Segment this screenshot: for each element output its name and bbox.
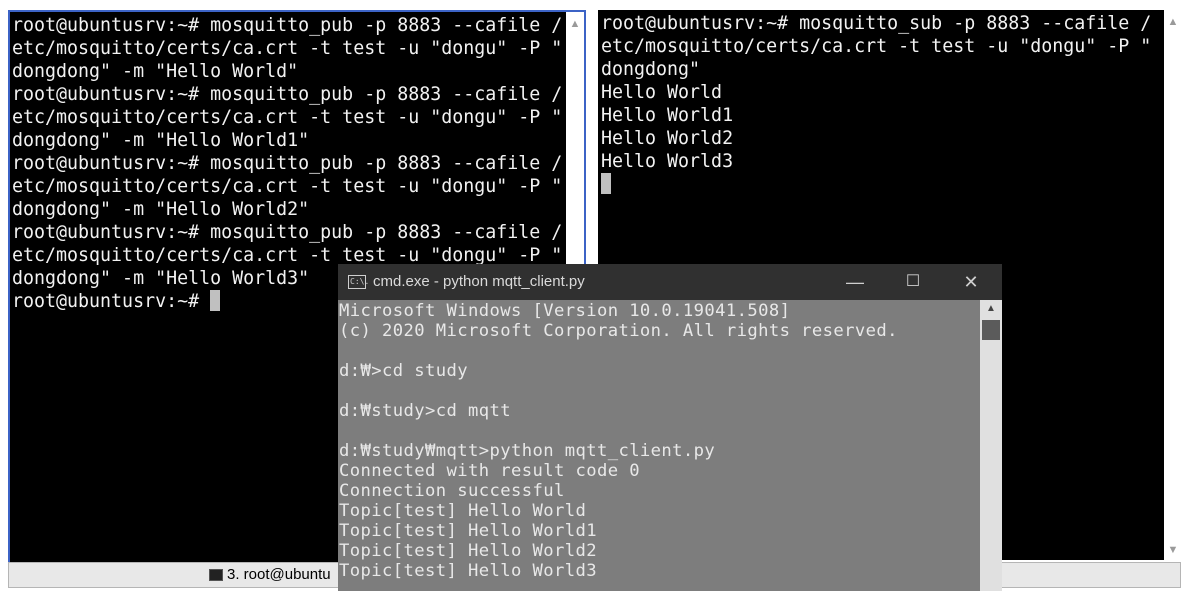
console-line: root@ubuntusrv:~# mosquitto_pub -p 8883 … [12, 222, 563, 243]
console-line: etc/mosquitto/certs/ca.crt -t test -u "d… [601, 36, 1152, 57]
console-line: dongdong" -m "Hello World2" [12, 199, 310, 220]
cmd-window[interactable]: C:\. cmd.exe - python mqtt_client.py — ☐… [338, 264, 1002, 591]
console-line: d:₩study₩mqtt>python mqtt_client.py [339, 441, 716, 461]
console-line: root@ubuntusrv:~# mosquitto_pub -p 8883 … [12, 153, 563, 174]
cmd-window-title: cmd.exe - python mqtt_client.py [373, 273, 585, 290]
console-line: etc/mosquitto/certs/ca.crt -t test -u "d… [12, 107, 563, 128]
scroll-up-arrow-icon[interactable]: ▲ [1164, 14, 1182, 30]
console-line: d:₩study>cd mqtt [339, 401, 511, 421]
console-line: Hello World [601, 82, 723, 103]
console-line: Topic[test] Hello World2 [339, 541, 597, 561]
console-line: (c) 2020 Microsoft Corporation. All righ… [339, 321, 898, 341]
cmd-app-icon: C:\. [348, 275, 369, 289]
console-line: dongdong" -m "Hello World1" [12, 130, 310, 151]
console-line: root@ubuntusrv:~# mosquitto_pub -p 8883 … [12, 15, 563, 36]
console-line: root@ubuntusrv:~# mosquitto_sub -p 8883 … [601, 13, 1152, 34]
minimize-button[interactable]: — [826, 264, 884, 300]
console-line: root@ubuntusrv:~# mosquitto_pub -p 8883 … [12, 84, 563, 105]
right-terminal-scrollbar[interactable]: ▲ ▼ [1164, 10, 1182, 562]
console-line: Topic[test] Hello World1 [339, 521, 597, 541]
console-line: Microsoft Windows [Version 10.0.19041.50… [339, 301, 791, 321]
right-terminal-text: root@ubuntusrv:~# mosquitto_sub -p 8883 … [601, 12, 1151, 173]
cmd-titlebar[interactable]: C:\. cmd.exe - python mqtt_client.py — ☐… [338, 264, 1002, 300]
cmd-console-text: Microsoft Windows [Version 10.0.19041.50… [339, 301, 898, 581]
scroll-up-arrow-icon[interactable]: ▲ [566, 16, 584, 32]
right-terminal-cursor-line [601, 173, 1151, 196]
console-line: Connection successful [339, 481, 565, 501]
console-line: Hello World1 [601, 105, 734, 126]
cmd-scrollbar[interactable]: ▲ [980, 300, 1002, 591]
text-cursor [210, 290, 221, 311]
left-terminal-text: root@ubuntusrv:~# mosquitto_pub -p 8883 … [12, 14, 562, 290]
cmd-console-output: Microsoft Windows [Version 10.0.19041.50… [339, 301, 898, 581]
close-button[interactable]: ✕ [942, 264, 1000, 300]
console-line: d:₩>cd study [339, 361, 468, 381]
text-cursor [601, 173, 611, 194]
left-terminal-prompt: root@ubuntusrv:~# [12, 291, 211, 312]
scroll-down-arrow-icon[interactable]: ▼ [1164, 542, 1182, 558]
scroll-up-arrow-icon[interactable]: ▲ [980, 300, 1002, 318]
console-line: Connected with result code 0 [339, 461, 640, 481]
console-line: dongdong" [601, 59, 701, 80]
terminal-icon [209, 568, 223, 581]
taskbar-item-putty[interactable]: 3. root@ubuntu [209, 566, 331, 583]
console-line: Topic[test] Hello World [339, 501, 587, 521]
scrollbar-thumb[interactable] [982, 320, 1000, 340]
maximize-button[interactable]: ☐ [884, 264, 942, 300]
right-terminal-output: root@ubuntusrv:~# mosquitto_sub -p 8883 … [601, 12, 1151, 196]
taskbar-item-label: 3. root@ubuntu [227, 566, 331, 583]
console-line: Topic[test] Hello World3 [339, 561, 597, 581]
console-line: Hello World3 [601, 151, 734, 172]
console-line: etc/mosquitto/certs/ca.crt -t test -u "d… [12, 38, 563, 59]
console-line: dongdong" -m "Hello World" [12, 61, 299, 82]
console-line: Hello World2 [601, 128, 734, 149]
console-line: etc/mosquitto/certs/ca.crt -t test -u "d… [12, 176, 563, 197]
